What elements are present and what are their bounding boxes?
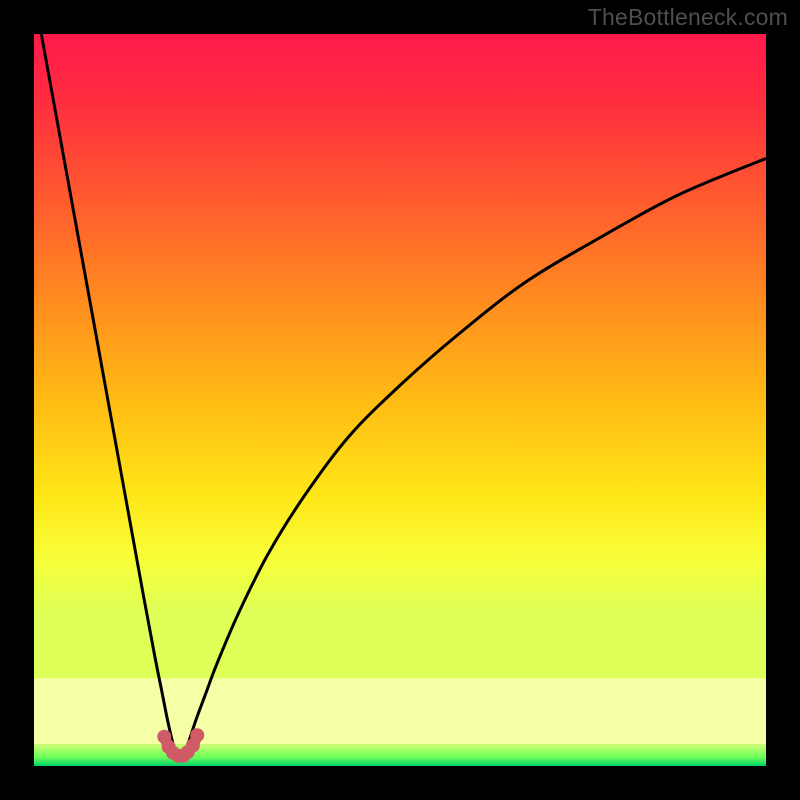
pale-band [34,678,766,744]
chart-frame: TheBottleneck.com [0,0,800,800]
plot-svg [34,34,766,766]
notch-marker [190,728,204,742]
green-band [34,744,766,766]
plot-area [34,34,766,766]
watermark-text: TheBottleneck.com [588,4,788,31]
